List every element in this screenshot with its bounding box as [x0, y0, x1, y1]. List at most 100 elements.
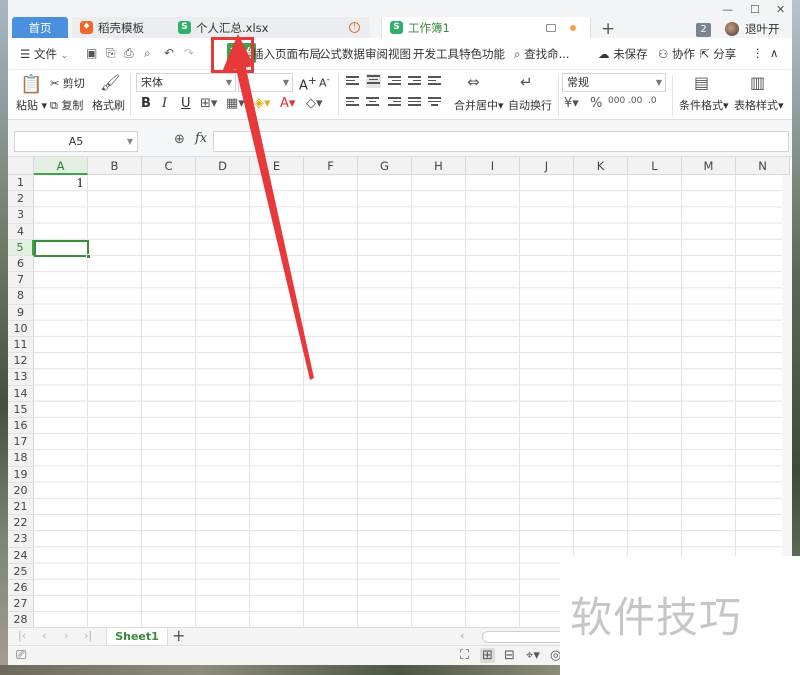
column-header[interactable]: L [628, 157, 682, 175]
align-right-icon[interactable] [388, 97, 401, 108]
cell-a1[interactable]: 1 [34, 175, 88, 191]
wrap-text-icon[interactable]: ↵ [520, 73, 533, 91]
row-header[interactable]: 28 [8, 612, 34, 627]
eye-protection-icon[interactable]: ⛶ [460, 648, 469, 663]
distributed-icon[interactable] [428, 97, 441, 108]
collapse-ribbon-icon[interactable]: ∧ [770, 46, 778, 60]
font-name-select[interactable]: 宋体 ▼ [136, 73, 236, 92]
column-header[interactable]: F [304, 157, 358, 175]
copy-button[interactable]: ⧉ 复制 [50, 97, 83, 113]
column-header[interactable]: D [196, 157, 250, 175]
row-header[interactable]: 16 [8, 418, 34, 435]
format-painter-button[interactable]: 格式刷 [92, 97, 125, 113]
first-sheet-icon[interactable]: |‹ [18, 629, 26, 642]
border-icon[interactable]: ⊞▾ [200, 96, 217, 111]
tab-home[interactable]: 首页 [12, 17, 68, 38]
cut-button[interactable]: ✂ 剪切 [50, 75, 85, 91]
more-icon[interactable]: ⋮ [752, 46, 764, 60]
justify-icon[interactable] [408, 97, 421, 108]
row-header[interactable]: 6 [8, 256, 34, 273]
font-size-select[interactable]: 1 ▼ [238, 73, 293, 92]
window-count-badge[interactable]: 2 [696, 23, 711, 37]
macro-record-icon[interactable]: ⎚ [16, 648, 26, 663]
row-header[interactable]: 4 [8, 223, 34, 240]
select-all-corner[interactable] [8, 157, 34, 175]
align-top-icon[interactable] [346, 76, 359, 87]
format-painter-icon[interactable]: 🖌 [100, 73, 120, 92]
increase-font-icon[interactable]: A+ [299, 74, 317, 93]
column-header[interactable]: G [358, 157, 412, 175]
last-sheet-icon[interactable]: ›| [84, 629, 92, 642]
underline-button[interactable]: U [181, 96, 191, 111]
merge-center-button[interactable]: 合并居中▾ [454, 97, 504, 113]
row-header[interactable]: 11 [8, 337, 34, 354]
row-header[interactable]: 15 [8, 401, 34, 418]
undo-icon[interactable]: ↶ [164, 46, 174, 60]
row-header[interactable]: 13 [8, 369, 34, 386]
column-header[interactable]: H [412, 157, 466, 175]
column-header[interactable]: I [466, 157, 520, 175]
fill-handle[interactable] [86, 254, 91, 260]
row-header[interactable]: 21 [8, 499, 34, 516]
tab-special-features[interactable]: 特色功能 [458, 45, 506, 63]
row-header[interactable]: 23 [8, 531, 34, 548]
export-pdf-icon[interactable]: ⎘ [106, 46, 116, 61]
print-icon[interactable]: ⎙ [124, 46, 134, 61]
user-account[interactable]: 退叶开 [725, 21, 780, 37]
save-status[interactable]: ☁ 未保存 [598, 46, 648, 62]
row-header[interactable]: 9 [8, 304, 34, 321]
zoom-search-icon[interactable]: ⊕ [174, 132, 185, 147]
row-header[interactable]: 26 [8, 580, 34, 597]
align-left-icon[interactable] [346, 97, 359, 108]
conditional-format-button[interactable]: 条件格式▾ [679, 97, 729, 113]
tab-data[interactable]: 数据 [341, 45, 366, 63]
decrease-indent-icon[interactable] [408, 76, 421, 87]
tab-review[interactable]: 审阅 [364, 45, 389, 63]
column-header[interactable]: A [34, 157, 88, 175]
row-header[interactable]: 24 [8, 547, 34, 564]
tab-formulas[interactable]: 公式 [318, 45, 343, 63]
tab-developer[interactable]: 开发工具 [412, 45, 460, 63]
add-sheet-button[interactable]: + [172, 626, 185, 645]
row-header[interactable]: 20 [8, 482, 34, 499]
row-header[interactable]: 5 [8, 239, 34, 256]
column-header[interactable]: M [682, 157, 736, 175]
table-style-button[interactable]: 表格样式▾ [734, 97, 784, 113]
row-header[interactable]: 7 [8, 272, 34, 289]
row-header[interactable]: 18 [8, 450, 34, 467]
row-header[interactable]: 27 [8, 596, 34, 613]
eraser-icon[interactable]: ◇▾ [306, 96, 323, 111]
row-header[interactable]: 10 [8, 320, 34, 337]
file-menu[interactable]: ☰ 文件 ⌄ [20, 46, 68, 62]
monitor-icon[interactable] [546, 23, 556, 32]
name-box[interactable]: A5 ▼ [14, 131, 138, 152]
fill-color-icon[interactable]: ◈▾ [254, 96, 271, 111]
horizontal-scrollbar[interactable] [482, 631, 572, 643]
row-header[interactable]: 14 [8, 385, 34, 402]
command-search[interactable]: ⌕ 查找命... [514, 46, 570, 62]
page-break-view-icon[interactable]: ⊟ [504, 648, 515, 663]
row-header[interactable]: 19 [8, 466, 34, 483]
normal-view-icon[interactable]: ⊞ [480, 648, 495, 663]
tab-workbook[interactable]: S 工作簿1 [381, 17, 591, 38]
tab-template[interactable]: ♦ 稻壳模板 [72, 17, 174, 38]
column-header[interactable]: B [88, 157, 142, 175]
active-cell-a5[interactable] [34, 239, 89, 257]
formula-input[interactable] [213, 131, 789, 152]
minimize-icon[interactable]: — [722, 3, 733, 16]
increase-indent-icon[interactable] [428, 76, 441, 87]
number-format-select[interactable]: 常规 ▼ [562, 73, 666, 92]
row-header[interactable]: 1 [8, 175, 34, 192]
tab-view[interactable]: 视图 [387, 45, 412, 63]
column-header[interactable]: E [250, 157, 304, 175]
next-sheet-icon[interactable]: › [64, 629, 68, 642]
redo-icon[interactable]: ↷ [184, 46, 194, 60]
reading-mode-icon[interactable]: ⌖▾ [526, 648, 540, 663]
row-header[interactable]: 12 [8, 353, 34, 370]
share-button[interactable]: ⇱ 分享 [700, 46, 736, 62]
align-middle-icon[interactable] [366, 74, 381, 88]
row-header[interactable]: 2 [8, 191, 34, 208]
font-color-icon[interactable]: A▾ [280, 96, 295, 111]
column-header[interactable]: K [574, 157, 628, 175]
merge-center-icon[interactable]: ⇔ [467, 73, 480, 91]
